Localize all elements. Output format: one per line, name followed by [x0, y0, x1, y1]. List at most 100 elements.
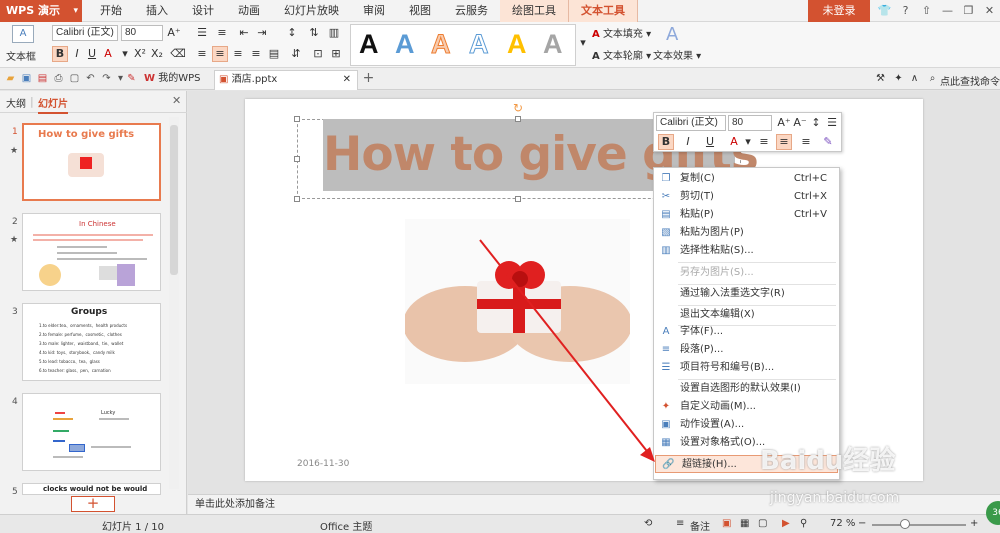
menu-item-paragraph[interactable]: ≡ 段落(P)... — [654, 341, 839, 359]
align-left-icon[interactable]: ≡ — [194, 46, 210, 62]
rotate-handle-icon[interactable]: ↻ — [513, 101, 523, 115]
grow-font-icon[interactable]: A⁺ — [166, 25, 182, 41]
menu-item-paste[interactable]: ▤ 粘贴(P) Ctrl+V — [654, 206, 839, 224]
align-right-icon[interactable]: ≡ — [230, 46, 246, 62]
text-outline-button[interactable]: A 文本轮廓 ▾ — [592, 47, 651, 62]
subscript-icon[interactable]: X₂ — [149, 46, 165, 62]
bold-button[interactable]: B — [52, 46, 68, 62]
font-color-icon[interactable]: A — [100, 46, 116, 62]
shirt-icon[interactable]: 👕 — [874, 0, 895, 22]
italic-button[interactable]: I — [69, 46, 85, 62]
text-effect-icon[interactable]: A — [666, 24, 678, 45]
text-fill-button[interactable]: A 文本填充 ▾ — [592, 25, 651, 40]
close-icon[interactable]: ✕ — [172, 94, 181, 107]
slide-thumbnail-1[interactable]: How to give gifts — [22, 123, 161, 201]
slide-thumbnail-4[interactable]: Lucky — [22, 393, 161, 471]
resize-handle[interactable] — [294, 196, 300, 202]
tab-outline[interactable]: 大纲 — [6, 95, 26, 110]
expand-icon[interactable]: ∧ — [908, 72, 921, 85]
menu-item-bullets[interactable]: ☰ 项目符号和编号(B)... — [654, 359, 839, 377]
text-fit-icon[interactable]: ⊡ — [310, 46, 326, 62]
columns-icon[interactable]: ▥ — [326, 25, 342, 41]
tab-mywps[interactable]: W 我的WPS ✕ — [140, 70, 208, 102]
align-center-icon[interactable]: ≡ — [776, 134, 792, 150]
menu-item-custom-animation[interactable]: ✦ 自定义动画(M)... — [654, 398, 839, 416]
font-size-select[interactable]: 80 — [121, 25, 163, 41]
resize-handle[interactable] — [515, 116, 521, 122]
slide-thumbnail-2[interactable]: In Chinese — [22, 213, 161, 291]
tab-animation[interactable]: 动画 — [226, 0, 272, 22]
format-painter-icon[interactable]: ✎ — [125, 72, 138, 85]
mini-font-name-select[interactable]: Calibri (正文) — [656, 115, 726, 131]
gift-photo[interactable] — [403, 219, 632, 384]
pin-icon[interactable]: ✦ — [892, 72, 905, 85]
app-menu-button[interactable]: WPS 演示 ▾ — [0, 0, 82, 22]
upload-icon[interactable]: ⇧ — [916, 0, 937, 22]
distribute-icon[interactable]: ▤ — [266, 46, 282, 62]
tab-text-tools[interactable]: 文本工具 — [568, 0, 638, 22]
slide-thumbnail-3[interactable]: Groups 1.to elder:tea、ornaments、health p… — [22, 303, 161, 381]
style-orange-outline[interactable]: A — [431, 29, 451, 60]
notes-toggle[interactable]: 备注 — [690, 518, 710, 533]
style-blue[interactable]: A — [395, 29, 415, 60]
tab-cloud[interactable]: 云服务 — [443, 0, 500, 22]
minimize-icon[interactable]: — — [937, 0, 958, 22]
print-icon[interactable]: ⎙ — [52, 72, 65, 85]
reading-view-icon[interactable]: ▢ — [758, 518, 767, 529]
help-icon[interactable]: ? — [895, 0, 916, 22]
zoom-out-icon[interactable]: − — [858, 518, 866, 529]
resize-handle[interactable] — [294, 156, 300, 162]
numbering-icon[interactable]: ≡ — [214, 25, 230, 41]
superscript-icon[interactable]: X² — [132, 46, 148, 62]
outdent-icon[interactable]: ⇤ — [236, 25, 252, 41]
resize-handle[interactable] — [294, 116, 300, 122]
redo-icon[interactable]: ↷ — [100, 72, 113, 85]
normal-view-icon[interactable]: ▣ — [722, 518, 731, 529]
shrink-font-icon[interactable]: A⁻ — [792, 115, 808, 131]
save-icon[interactable]: ▣ — [20, 72, 33, 85]
align-center-icon[interactable]: ≡ — [212, 46, 228, 62]
tab-drawing-tools[interactable]: 绘图工具 — [500, 0, 568, 22]
font-color-dropdown-icon[interactable]: ▾ — [740, 134, 756, 150]
tab-document[interactable]: ▣ 酒店.pptx ✕ — [214, 70, 358, 90]
close-icon[interactable]: ✕ — [979, 0, 1000, 22]
restore-icon[interactable]: ❐ — [958, 0, 979, 22]
style-gold[interactable]: A — [507, 29, 527, 60]
format-painter-icon[interactable]: ✎ — [820, 134, 836, 150]
tab-slideshow[interactable]: 幻灯片放映 — [272, 0, 351, 22]
justify-icon[interactable]: ≡ — [248, 46, 264, 62]
add-slide-button[interactable]: + — [71, 496, 115, 512]
menu-item-exit-edit[interactable]: 退出文本编辑(X) — [654, 306, 839, 324]
font-name-select[interactable]: Calibri (正文) — [52, 25, 118, 41]
valign-icon[interactable]: ⇵ — [288, 46, 304, 62]
menu-item-paste-special[interactable]: ▥ 选择性粘贴(S)... — [654, 242, 839, 260]
gallery-expand-icon[interactable]: ▾ — [578, 35, 588, 51]
tab-design[interactable]: 设计 — [180, 0, 226, 22]
export-pdf-icon[interactable]: ▤ — [36, 72, 49, 85]
close-icon[interactable]: ✕ — [343, 71, 351, 89]
resize-handle[interactable] — [515, 196, 521, 202]
bullets-icon[interactable]: ☰ — [824, 115, 840, 131]
menu-item-paste-as-image[interactable]: ▧ 粘贴为图片(P) — [654, 224, 839, 242]
font-color-dropdown-icon[interactable]: ▾ — [117, 46, 133, 62]
history-icon[interactable]: ⟲ — [644, 518, 652, 529]
preview-icon[interactable]: ▢ — [68, 72, 81, 85]
undo-icon[interactable]: ↶ — [84, 72, 97, 85]
login-button[interactable]: 未登录 — [808, 0, 870, 22]
style-blue-outline[interactable]: A — [469, 29, 489, 60]
zoom-slider-thumb[interactable] — [900, 519, 910, 529]
align-right-icon[interactable]: ≡ — [798, 134, 814, 150]
menu-item-ime-reselect[interactable]: 通过输入法重选文字(R) — [654, 285, 839, 303]
style-black[interactable]: A — [359, 29, 379, 60]
textbox-label[interactable]: 文本框 — [6, 48, 36, 63]
align-left-icon[interactable]: ≡ — [756, 134, 772, 150]
tab-view[interactable]: 视图 — [397, 0, 443, 22]
sorter-view-icon[interactable]: ▦ — [740, 518, 749, 529]
line-spacing-icon[interactable]: ↕ — [284, 25, 300, 41]
style-gray[interactable]: A — [543, 29, 563, 60]
menu-item-cut[interactable]: ✂ 剪切(T) Ctrl+X — [654, 188, 839, 206]
scrollbar-thumb[interactable] — [170, 125, 178, 275]
textbox-icon[interactable]: A — [12, 25, 34, 43]
tab-review[interactable]: 审阅 — [351, 0, 397, 22]
line-spacing-icon[interactable]: ↕ — [808, 115, 824, 131]
